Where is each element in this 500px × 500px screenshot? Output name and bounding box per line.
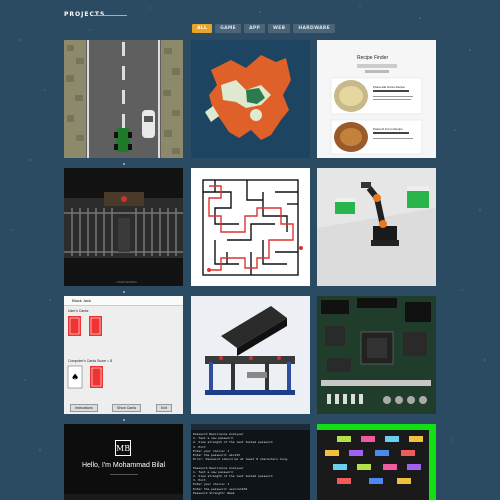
separator-dot [123,419,125,421]
terminal-header [191,424,310,430]
terminal-output: Password Resilience Analyser 1. Test a ne… [193,432,308,495]
recipe-card-2-title: Pasta Al Forno Recipe [373,127,403,131]
project-blackjack[interactable]: Black Jack User's Cards: ♠ Computer's Ca… [64,296,183,414]
filter-hardware-button[interactable]: HARDWARE [293,24,336,33]
color-grid-thumbnail [317,424,436,500]
project-prison-game[interactable]: YOUR WORLD [64,168,183,286]
filter-game-button[interactable]: GAME [215,24,242,33]
svg-text:♠: ♠ [71,373,79,383]
filter-web-button[interactable]: WEB [268,24,291,33]
fpga-board-thumbnail [317,296,436,414]
maze-thumbnail [191,168,310,286]
blackjack-show-cards-button[interactable]: Show Cards [112,404,142,412]
blackjack-instructions-button[interactable]: Instructions [70,404,98,412]
portfolio-greeting: Hello, I'm Mohammad Bilal [81,462,166,469]
project-car-game[interactable] [64,40,183,158]
project-password-analyser[interactable]: Password Resilience Analyser 1. Test a ne… [191,424,310,500]
project-fpga-board[interactable] [317,296,436,414]
separator-dot [123,163,125,165]
prison-caption: YOUR WORLD [116,280,137,284]
prison-game-thumbnail [64,168,183,286]
recipe-card-1-title: Pasta alla Gricia Recipe [373,85,406,89]
project-maze-solver[interactable] [191,168,310,286]
car-game-thumbnail [64,40,183,158]
portfolio-subtitle-line [110,474,138,475]
portfolio-logo: MB [115,440,131,456]
section-title-underline [94,15,127,16]
blackjack-cards: ♠ [67,316,103,389]
project-robot-arm[interactable] [317,168,436,286]
blackjack-computer-cards-label: Computer's Cards Score = 8 [68,359,113,363]
robot-arm-thumbnail [317,168,436,286]
cad-machine-thumbnail [191,296,310,414]
filter-app-button[interactable]: APP [244,24,266,33]
filter-bar: ALL GAME APP WEB HARDWARE [192,24,336,33]
blackjack-exit-button[interactable]: Exit [156,404,172,412]
filter-all-button[interactable]: ALL [192,24,213,33]
portfolio-nav-bar [64,494,183,500]
project-color-grid[interactable] [317,424,436,500]
project-cad-machine[interactable] [191,296,310,414]
separator-dot [123,291,125,293]
recipe-title: Recipe Finder [357,55,389,61]
map-thumbnail [205,55,291,140]
project-map-generator[interactable] [191,40,310,158]
terminal-line: Password Strength: Weak [193,490,235,495]
project-portfolio-site[interactable]: MB Hello, I'm Mohammad Bilal [64,424,183,500]
project-recipe-finder[interactable]: Recipe Finder Pasta alla Gricia Recipe P… [317,40,436,158]
